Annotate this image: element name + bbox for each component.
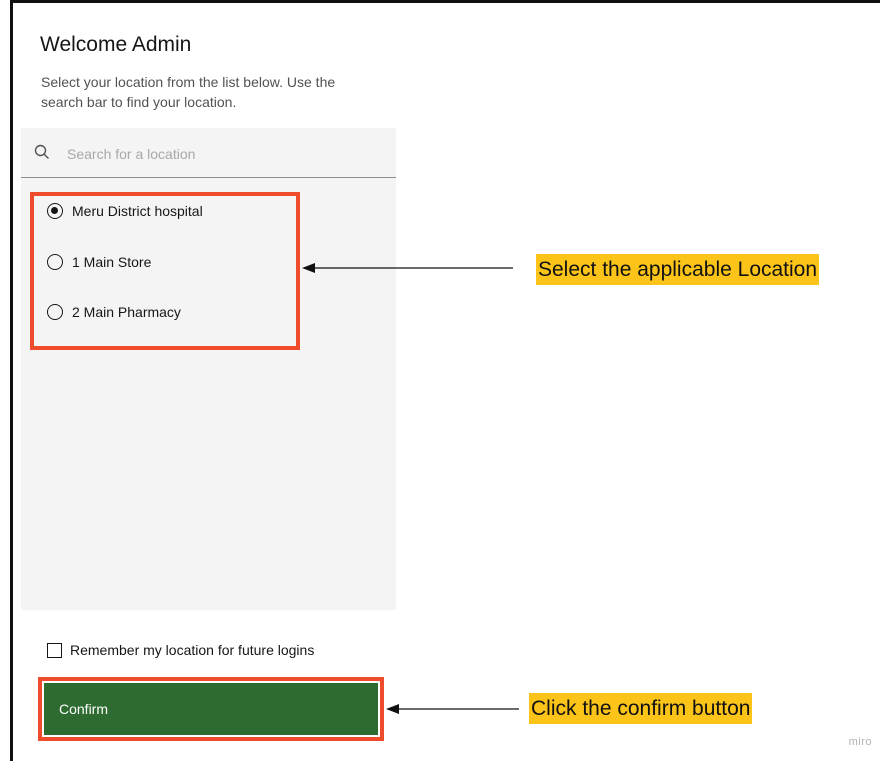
select-location-note: Select the applicable Location bbox=[536, 254, 820, 285]
page-title: Welcome Admin bbox=[40, 33, 192, 56]
frame-left-border bbox=[10, 0, 13, 761]
search-icon bbox=[34, 144, 49, 159]
click-confirm-note: Click the confirm button bbox=[529, 693, 753, 724]
page-subtitle: Select your location from the list below… bbox=[41, 74, 336, 110]
miro-watermark: miro bbox=[848, 736, 872, 748]
location-list-highlight-box bbox=[30, 192, 300, 350]
search-input[interactable] bbox=[65, 141, 379, 167]
frame-top-border bbox=[10, 0, 880, 3]
remember-location-checkbox[interactable] bbox=[47, 642, 62, 658]
remember-location-row[interactable]: Remember my location for future logins bbox=[47, 640, 314, 660]
remember-location-label: Remember my location for future logins bbox=[70, 642, 315, 658]
confirm-button-highlight-box bbox=[38, 677, 384, 741]
confirm-arrow-head bbox=[386, 704, 399, 714]
search-bar[interactable] bbox=[21, 128, 396, 178]
